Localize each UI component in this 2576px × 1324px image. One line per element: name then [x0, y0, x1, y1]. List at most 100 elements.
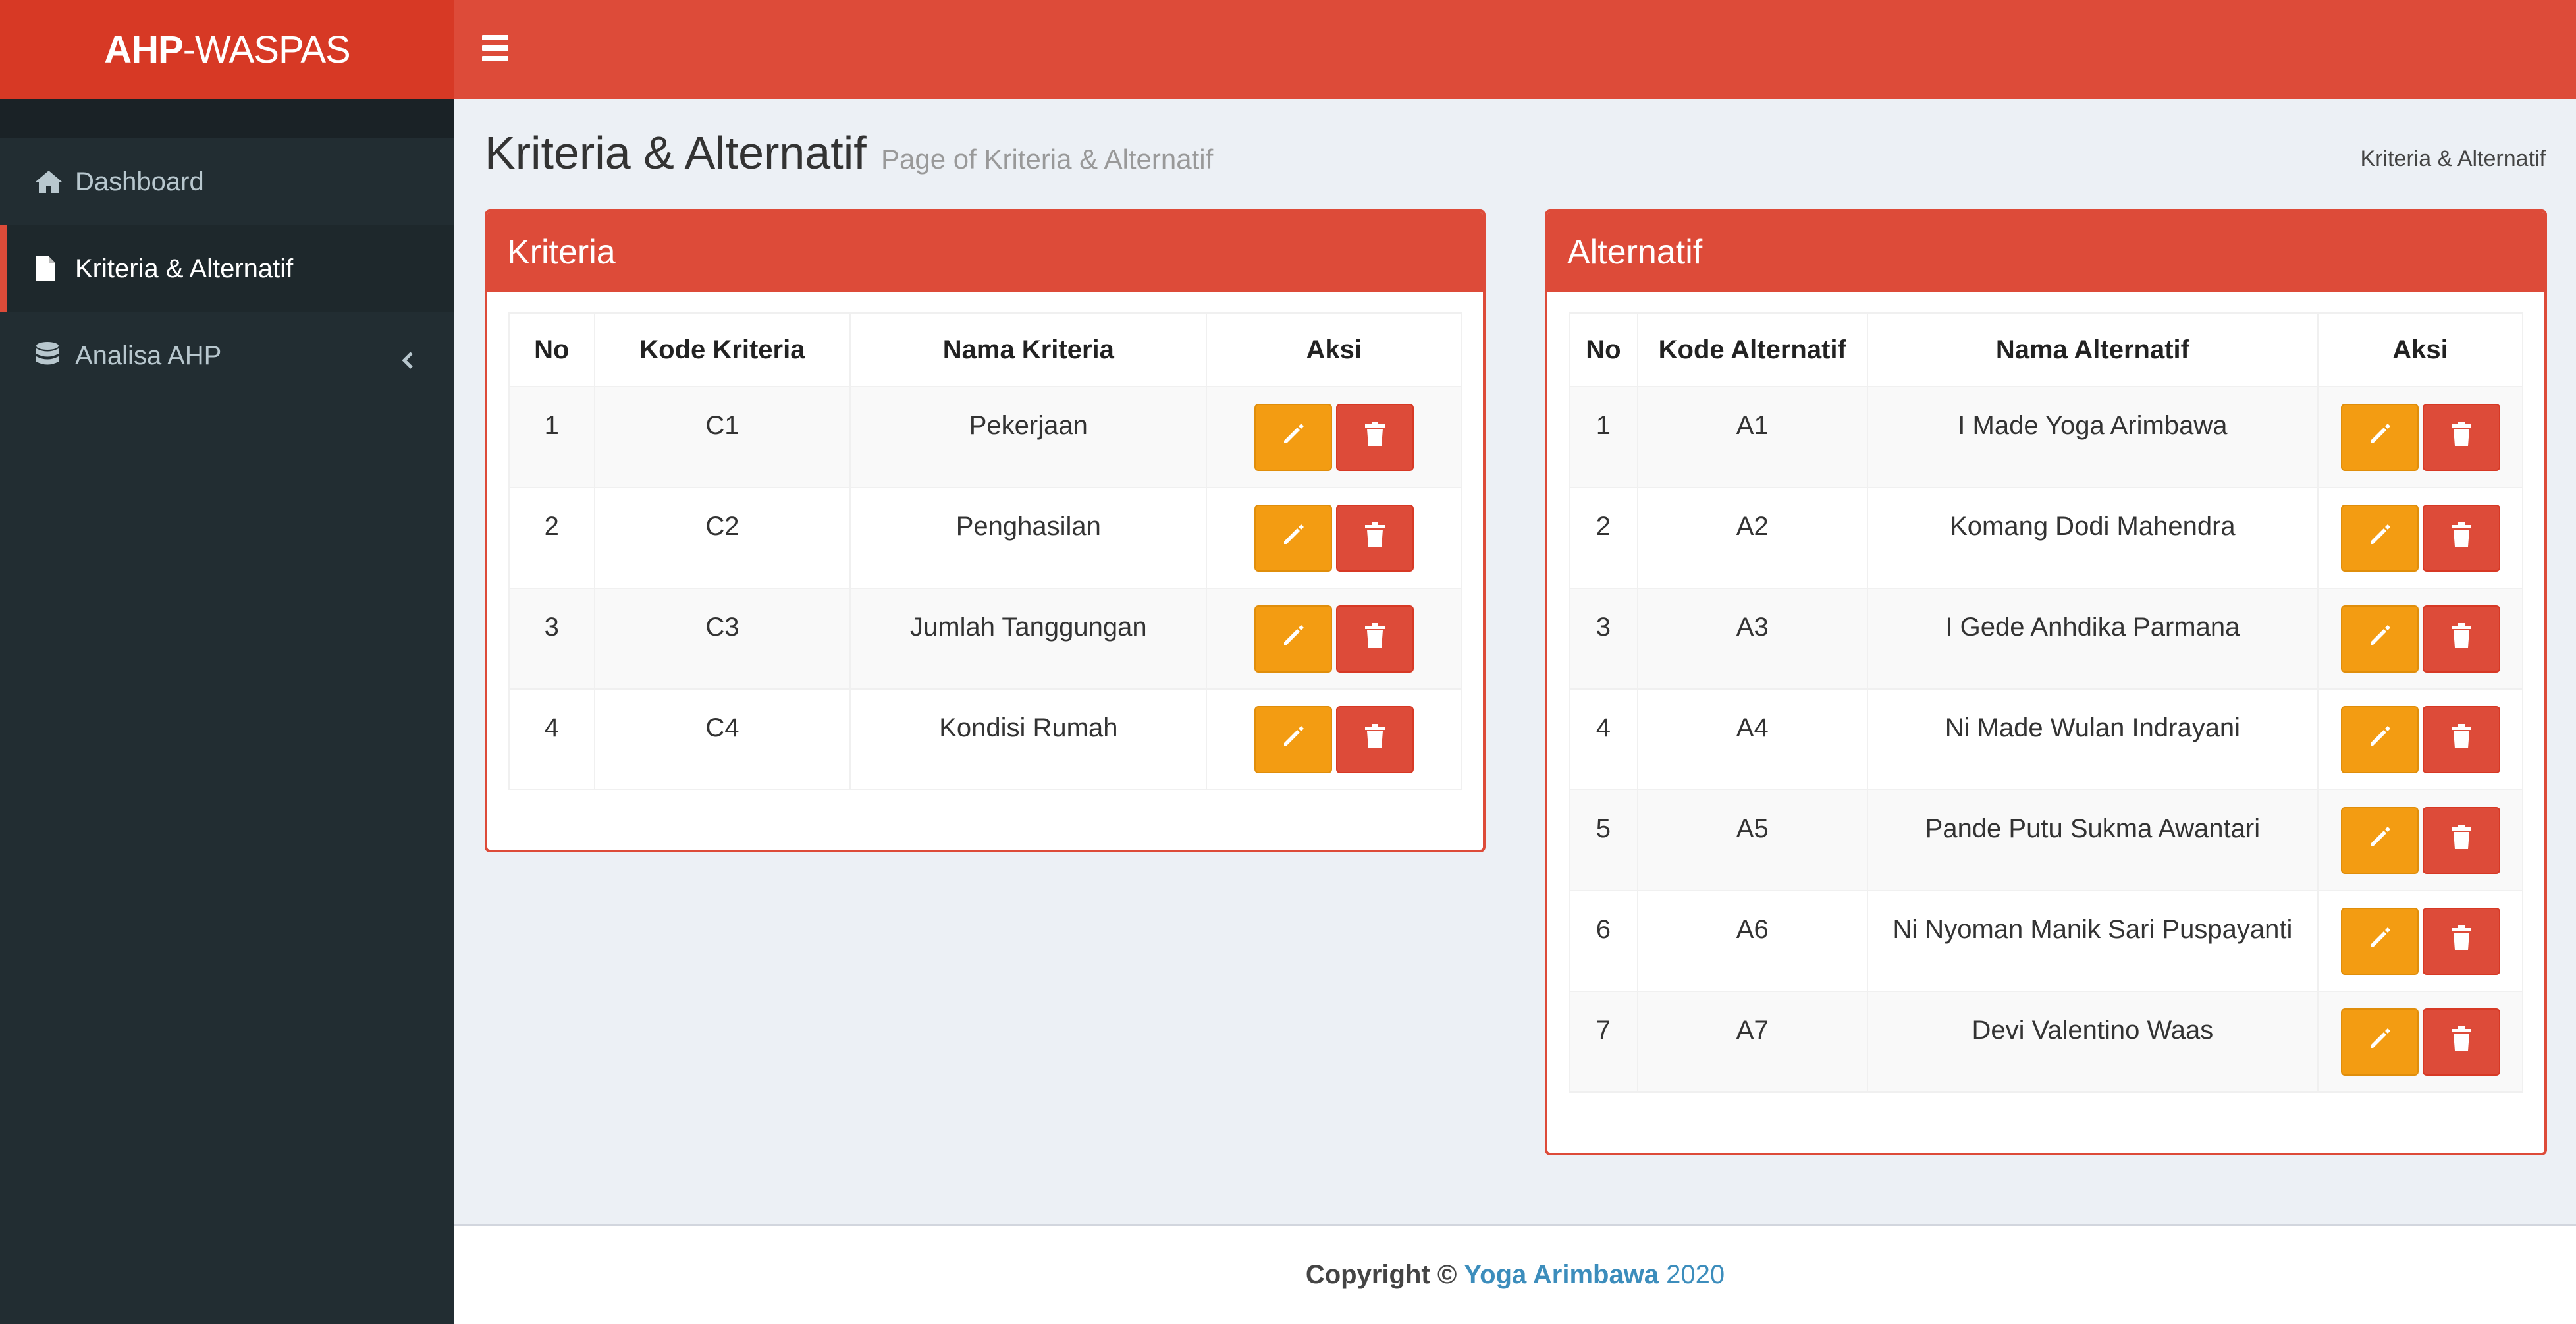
cell-nama: Komang Dodi Mahendra — [1866, 487, 2319, 589]
alternatif-box: Alternatif No Kode Alternatif Nama Alter… — [1545, 209, 2547, 1155]
trash-icon — [1364, 622, 1386, 655]
cell-kode: A4 — [1636, 688, 1868, 790]
cell-kode: C3 — [593, 588, 851, 690]
table-row: 5 A5 Pande Putu Sukma Awantari — [1569, 789, 2523, 891]
sidebar-item-label: Dashboard — [75, 167, 204, 196]
home-icon — [34, 169, 75, 195]
sidebar-item-analisa-ahp[interactable]: Analisa AHP — [0, 312, 454, 399]
delete-button[interactable] — [2422, 705, 2500, 773]
edit-button[interactable] — [2340, 403, 2419, 471]
trash-icon — [1364, 522, 1386, 555]
sidebar-item-kriteria-alternatif[interactable]: Kriteria & Alternatif — [0, 225, 454, 312]
pencil-icon — [2367, 824, 2393, 857]
cell-nama: Ni Nyoman Manik Sari Puspayanti — [1866, 890, 2319, 992]
column-header-aksi: Aksi — [2317, 312, 2523, 387]
app-logo[interactable]: AHP -WASPAS — [0, 0, 454, 99]
column-header-aksi: Aksi — [1206, 312, 1462, 387]
delete-button[interactable] — [2422, 806, 2500, 874]
cell-aksi — [1206, 487, 1462, 589]
delete-button[interactable] — [2422, 1008, 2500, 1076]
table-row: 2 C2 Penghasilan — [508, 487, 1462, 589]
pencil-icon — [2367, 1026, 2393, 1059]
pencil-icon — [1280, 723, 1306, 756]
edit-button[interactable] — [2340, 806, 2419, 874]
trash-icon — [1364, 421, 1386, 454]
cell-aksi — [1206, 588, 1462, 690]
author-link[interactable]: Yoga Arimbawa — [1464, 1260, 1659, 1290]
delete-button[interactable] — [1335, 403, 1414, 471]
edit-button[interactable] — [2340, 1008, 2419, 1076]
sidebar-item-dashboard[interactable]: Dashboard — [0, 138, 454, 225]
table-row: 6 A6 Ni Nyoman Manik Sari Puspayanti — [1569, 890, 2523, 992]
delete-button[interactable] — [2422, 504, 2500, 572]
column-header-nama: Nama Alternatif — [1866, 312, 2319, 387]
edit-button[interactable] — [1254, 403, 1332, 471]
cell-no: 7 — [1569, 991, 1638, 1093]
trash-icon — [2450, 723, 2473, 756]
delete-button[interactable] — [1335, 605, 1414, 673]
edit-button[interactable] — [1254, 605, 1332, 673]
cell-no: 4 — [1569, 688, 1638, 790]
delete-button[interactable] — [1335, 705, 1414, 773]
logo-bold-text: AHP — [104, 28, 183, 71]
cell-aksi — [1206, 688, 1462, 790]
table-row: 1 A1 I Made Yoga Arimbawa — [1569, 386, 2523, 488]
cell-kode: A3 — [1636, 588, 1868, 690]
cell-no: 3 — [1569, 588, 1638, 690]
edit-button[interactable] — [2340, 605, 2419, 673]
edit-button[interactable] — [1254, 504, 1332, 572]
edit-button[interactable] — [2340, 504, 2419, 572]
pencil-icon — [2367, 622, 2393, 655]
column-header-no: No — [508, 312, 595, 387]
cell-kode: A6 — [1636, 890, 1868, 992]
table-row: 4 C4 Kondisi Rumah — [508, 688, 1462, 790]
cell-nama: Ni Made Wulan Indrayani — [1866, 688, 2319, 790]
cell-nama: I Gede Anhdika Parmana — [1866, 588, 2319, 690]
alternatif-box-title: Alternatif — [1547, 212, 2544, 292]
trash-icon — [2450, 824, 2473, 857]
sidebar-item-label: Kriteria & Alternatif — [75, 254, 294, 283]
trash-icon — [2450, 522, 2473, 555]
column-header-kode: Kode Kriteria — [593, 312, 851, 387]
cell-kode: A7 — [1636, 991, 1868, 1093]
table-row: 4 A4 Ni Made Wulan Indrayani — [1569, 688, 2523, 790]
pencil-icon — [2367, 925, 2393, 958]
sidebar-toggle-icon[interactable] — [482, 35, 508, 61]
trash-icon — [2450, 421, 2473, 454]
pencil-icon — [2367, 522, 2393, 555]
cell-kode: C1 — [593, 386, 851, 488]
cell-no: 5 — [1569, 789, 1638, 891]
delete-button[interactable] — [2422, 605, 2500, 673]
table-row: 1 C1 Pekerjaan — [508, 386, 1462, 488]
cell-kode: A1 — [1636, 386, 1868, 488]
cell-nama: Pekerjaan — [849, 386, 1208, 488]
cell-no: 3 — [508, 588, 595, 690]
logo-text: -WASPAS — [182, 28, 351, 71]
cell-aksi — [2317, 789, 2523, 891]
cell-nama: I Made Yoga Arimbawa — [1866, 386, 2319, 488]
table-row: 3 C3 Jumlah Tanggungan — [508, 588, 1462, 690]
pencil-icon — [2367, 723, 2393, 756]
sidebar: Dashboard Kriteria & Alternatif Analisa … — [0, 99, 454, 1324]
chevron-left-icon[interactable] — [402, 346, 414, 376]
column-header-no: No — [1569, 312, 1638, 387]
edit-button[interactable] — [2340, 907, 2419, 975]
cell-no: 2 — [1569, 487, 1638, 589]
sidebar-header — [0, 99, 454, 138]
table-row: 7 A7 Devi Valentino Waas — [1569, 991, 2523, 1093]
trash-icon — [2450, 622, 2473, 655]
breadcrumb[interactable]: Kriteria & Alternatif — [2360, 146, 2546, 172]
footer: Copyright © Yoga Arimbawa 2020 — [454, 1224, 2576, 1324]
cell-no: 6 — [1569, 890, 1638, 992]
sidebar-item-label: Analisa AHP — [75, 341, 222, 370]
cell-nama: Pande Putu Sukma Awantari — [1866, 789, 2319, 891]
edit-button[interactable] — [2340, 705, 2419, 773]
delete-button[interactable] — [1335, 504, 1414, 572]
cell-nama: Devi Valentino Waas — [1866, 991, 2319, 1093]
page-title: Kriteria & Alternatif — [485, 127, 867, 179]
column-header-kode: Kode Alternatif — [1636, 312, 1868, 387]
delete-button[interactable] — [2422, 907, 2500, 975]
delete-button[interactable] — [2422, 403, 2500, 471]
edit-button[interactable] — [1254, 705, 1332, 773]
cell-nama: Penghasilan — [849, 487, 1208, 589]
